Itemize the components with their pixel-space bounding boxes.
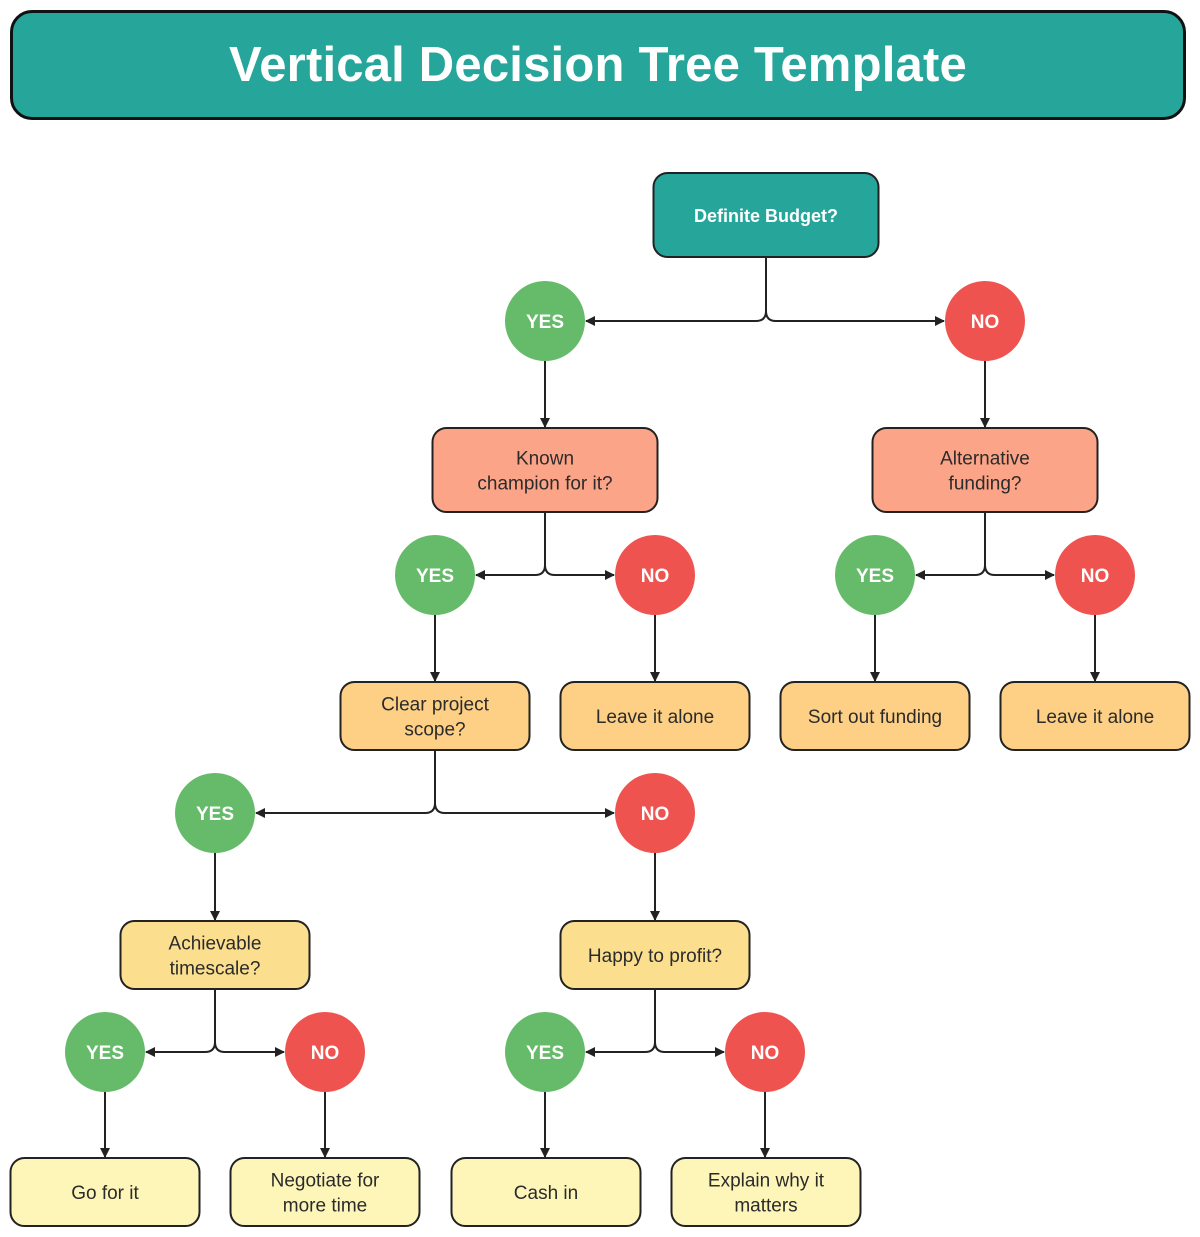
node-achievable-timescale[interactable]: Achievable timescale?: [119, 920, 311, 990]
node-go-for-it[interactable]: Go for it: [9, 1157, 201, 1227]
nodes: Definite Budget? Known champion for it? Alt…: [9, 172, 1191, 1227]
node-box: [871, 427, 1099, 513]
yes-label: YES: [526, 312, 564, 333]
yes-circle-root[interactable]: YES: [505, 281, 585, 361]
node-label: Sort out funding: [808, 707, 942, 728]
connector-root-no: [765, 310, 945, 326]
node-box: [431, 427, 659, 513]
node-alternative-funding[interactable]: Alternative funding?: [871, 427, 1099, 513]
connector-timescale-yes: [145, 989, 216, 1057]
connector-scope-yes: [255, 750, 436, 818]
node-label: more time: [283, 1196, 367, 1217]
node-label: Clear project: [381, 695, 489, 716]
node-leave-alone-2[interactable]: Leave it alone: [999, 681, 1191, 751]
node-label: Alternative: [940, 449, 1030, 470]
connector-funding-yes: [915, 512, 986, 580]
connector-profit-no: [654, 1041, 725, 1057]
node-label: champion for it?: [477, 474, 612, 495]
node-label: Happy to profit?: [588, 946, 722, 967]
yes-label: YES: [416, 566, 454, 587]
no-circle-scope[interactable]: NO: [615, 773, 695, 853]
node-leave-alone-1[interactable]: Leave it alone: [559, 681, 751, 751]
yes-label: YES: [86, 1043, 124, 1064]
no-label: NO: [1081, 566, 1110, 587]
no-circle-champion[interactable]: NO: [615, 535, 695, 615]
node-label: Negotiate for: [271, 1171, 380, 1192]
no-label: NO: [751, 1043, 780, 1064]
node-happy-to-profit[interactable]: Happy to profit?: [559, 920, 751, 990]
no-circle-funding[interactable]: NO: [1055, 535, 1135, 615]
node-label: matters: [734, 1196, 797, 1217]
no-label: NO: [971, 312, 1000, 333]
node-label: Go for it: [71, 1183, 139, 1204]
connector-profit-yes: [585, 989, 656, 1057]
yes-circle-profit[interactable]: YES: [505, 1012, 585, 1092]
no-label: NO: [641, 566, 670, 587]
no-circle-timescale[interactable]: NO: [285, 1012, 365, 1092]
node-known-champion[interactable]: Known champion for it?: [431, 427, 659, 513]
node-label: Explain why it: [708, 1171, 825, 1192]
connector-funding-no: [984, 564, 1055, 580]
connector-timescale-no: [214, 1041, 285, 1057]
yes-circle-scope[interactable]: YES: [175, 773, 255, 853]
no-circle-profit[interactable]: NO: [725, 1012, 805, 1092]
yes-circle-funding[interactable]: YES: [835, 535, 915, 615]
yes-label: YES: [856, 566, 894, 587]
connector-champion-no: [544, 564, 615, 580]
node-label: timescale?: [170, 959, 261, 980]
node-root[interactable]: Definite Budget?: [652, 172, 880, 258]
node-label: Cash in: [514, 1183, 578, 1204]
node-label: funding?: [949, 474, 1022, 495]
connector-root-yes: [585, 257, 767, 326]
decision-tree: Definite Budget? Known champion for it? Alt…: [9, 172, 1191, 1227]
node-sort-funding[interactable]: Sort out funding: [779, 681, 971, 751]
no-label: NO: [311, 1043, 340, 1064]
node-label: Leave it alone: [1036, 707, 1154, 728]
no-circle-root[interactable]: NO: [945, 281, 1025, 361]
yes-label: YES: [526, 1043, 564, 1064]
yes-circle-timescale[interactable]: YES: [65, 1012, 145, 1092]
yes-label: YES: [196, 804, 234, 825]
yes-circle-champion[interactable]: YES: [395, 535, 475, 615]
node-label: Achievable: [169, 934, 262, 955]
node-label: Definite Budget?: [694, 206, 838, 226]
node-label: scope?: [404, 720, 465, 741]
node-label: Known: [516, 449, 574, 470]
node-cash-in[interactable]: Cash in: [450, 1157, 642, 1227]
connector-scope-no: [434, 802, 615, 818]
connector-champion-yes: [475, 512, 546, 580]
no-label: NO: [641, 804, 670, 825]
node-clear-scope[interactable]: Clear project scope?: [339, 681, 531, 751]
node-explain-why[interactable]: Explain why it matters: [670, 1157, 862, 1227]
node-negotiate-time[interactable]: Negotiate for more time: [229, 1157, 421, 1227]
node-label: Leave it alone: [596, 707, 714, 728]
